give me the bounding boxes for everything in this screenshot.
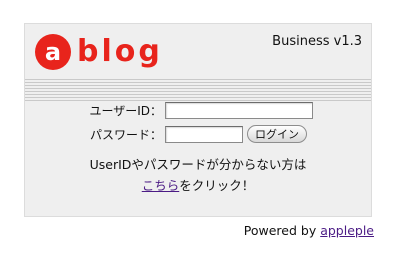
edition-version: Business v1.3 [272,34,362,49]
help-line-2-suffix: をクリック！ [179,178,255,193]
logo-text: blog [77,34,163,69]
password-row: パスワード： ログイン [83,124,307,144]
help-line-2: こちらをクリック！ [25,175,371,196]
help-message: UserIDやパスワードが分からない方は こちらをクリック！ [25,154,371,196]
ablog-logo: a blog [35,30,163,74]
login-panel: a blog Business v1.3 ユーザーID： パスワード： ログイン… [24,23,372,217]
footer: Powered by appleple [244,223,374,238]
login-button[interactable]: ログイン [247,125,307,143]
powered-by-text: Powered by [243,223,317,238]
password-label: パスワード： [89,127,162,142]
logo-mark-icon: a [35,34,71,70]
header-stripe-divider [25,79,371,101]
password-input[interactable] [165,125,243,143]
user-id-row: ユーザーID： [83,100,313,120]
user-id-label: ユーザーID： [89,103,162,118]
user-id-input[interactable] [165,101,313,119]
help-link[interactable]: こちら [142,178,180,193]
appleple-link[interactable]: appleple [320,223,374,238]
help-line-1: UserIDやパスワードが分からない方は [89,157,307,172]
